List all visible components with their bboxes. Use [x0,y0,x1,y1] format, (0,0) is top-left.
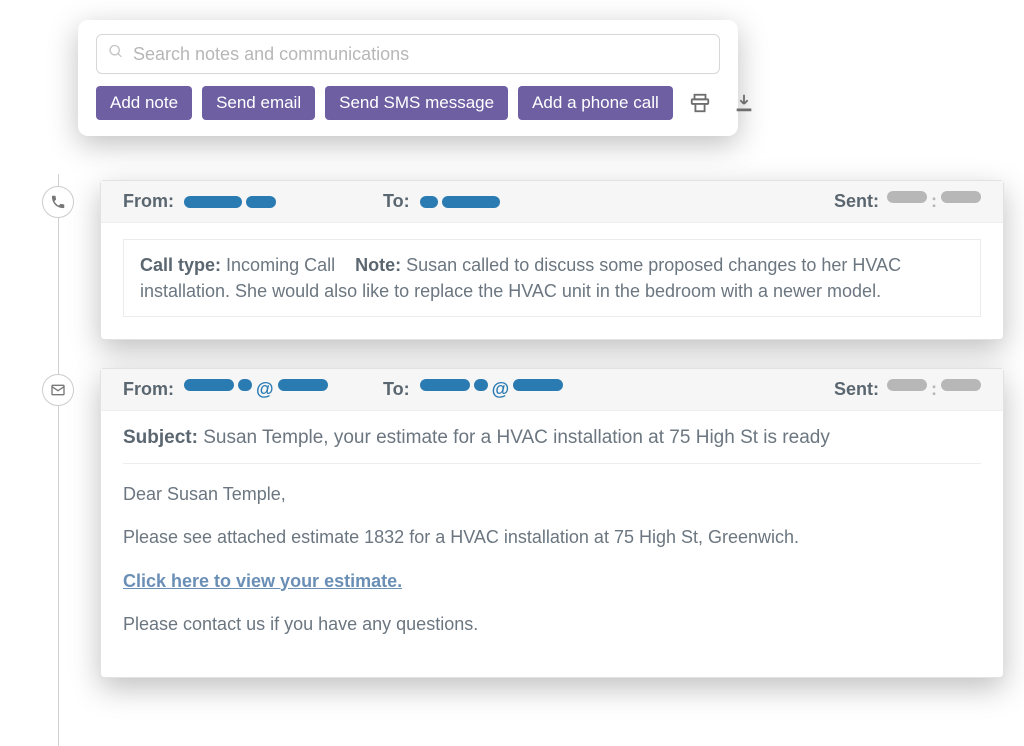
view-estimate-link[interactable]: Click here to view your estimate. [123,571,402,591]
redacted-from-value [184,196,276,208]
to-label: To: [383,379,410,400]
call-note-box: Call type: Incoming Call Note: Susan cal… [123,239,981,317]
print-button[interactable] [683,88,717,118]
timeline-item-email: From: @ To: @ Sent: : [40,368,1004,678]
search-input[interactable] [96,34,720,74]
note-label: Note: [355,255,401,275]
sent-label: Sent: [834,379,879,400]
call-card: From: To: Sent: : [100,180,1004,340]
timeline: From: To: Sent: : [40,180,1004,706]
toolbar-card: Add note Send email Send SMS message Add… [78,20,738,136]
download-icon [733,92,755,114]
redacted-sent-value: : [887,379,981,400]
send-email-button[interactable]: Send email [202,86,315,120]
search-wrap [96,34,720,74]
email-body: Subject: Susan Temple, your estimate for… [101,411,1003,677]
print-icon [689,92,711,114]
subject-label: Subject: [123,427,198,448]
download-button[interactable] [727,88,761,118]
from-label: From: [123,379,174,400]
timeline-item-call: From: To: Sent: : [40,180,1004,340]
call-body: Call type: Incoming Call Note: Susan cal… [101,223,1003,339]
to-label: To: [383,191,410,212]
call-type-value: Incoming Call [226,255,335,275]
subject-value: Susan Temple, your estimate for a HVAC i… [203,427,830,448]
redacted-to-email: @ [420,379,564,400]
email-line-1: Please see attached estimate 1832 for a … [123,525,981,550]
email-header: From: @ To: @ Sent: : [101,369,1003,411]
redacted-to-value [420,196,500,208]
redacted-from-email: @ [184,379,328,400]
call-type-label: Call type: [140,255,221,275]
email-greeting: Dear Susan Temple, [123,482,981,507]
add-phone-call-button[interactable]: Add a phone call [518,86,673,120]
phone-icon [42,186,74,218]
redacted-sent-value: : [887,191,981,212]
call-header: From: To: Sent: : [101,181,1003,223]
send-sms-button[interactable]: Send SMS message [325,86,508,120]
from-label: From: [123,191,174,212]
subject-row: Subject: Susan Temple, your estimate for… [123,427,981,464]
email-line-3: Please contact us if you have any questi… [123,612,981,637]
sent-label: Sent: [834,191,879,212]
add-note-button[interactable]: Add note [96,86,192,120]
email-icon [42,374,74,406]
email-card: From: @ To: @ Sent: : [100,368,1004,678]
toolbar-row: Add note Send email Send SMS message Add… [96,86,720,120]
